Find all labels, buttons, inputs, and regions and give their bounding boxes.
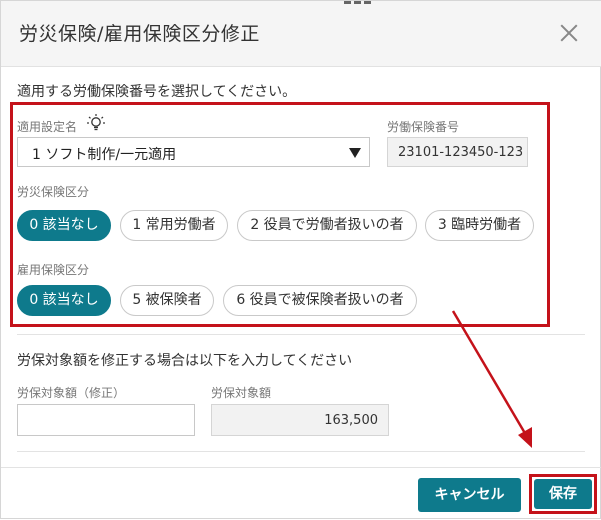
workers-comp-option-1[interactable]: 1 常用労働者 xyxy=(120,210,228,241)
section-divider xyxy=(17,334,585,335)
labor-insurance-number-value: 23101-123450-123 xyxy=(398,145,524,160)
bottom-divider xyxy=(17,451,585,452)
amount-edit-label: 労保対象額（修正） xyxy=(17,386,126,400)
top-decoration xyxy=(344,1,374,4)
amount-label: 労保対象額 xyxy=(211,386,272,400)
annotation-arrow-head xyxy=(518,427,532,448)
setting-selected-value: 1 ソフト制作/一元適用 xyxy=(32,147,177,163)
dialog-title: 労災保険/雇用保険区分修正 xyxy=(19,23,260,45)
setting-name-label: 適用設定名 xyxy=(17,120,78,134)
dialog-header: 労災保険/雇用保険区分修正 xyxy=(1,1,601,67)
workers-comp-option-3[interactable]: 3 臨時労働者 xyxy=(425,210,534,241)
workers-comp-option-0[interactable]: 0 該当なし xyxy=(17,210,111,241)
labor-insurance-number-label: 労働保険番号 xyxy=(387,120,460,134)
labor-insurance-number-field: 23101-123450-123 xyxy=(387,137,528,167)
employment-insurance-label: 雇用保険区分 xyxy=(17,263,90,277)
edit-note-text: 労保対象額を修正する場合は以下を入力してください xyxy=(17,353,353,369)
save-button[interactable]: 保存 xyxy=(534,479,592,509)
amount-field: 163,500 xyxy=(211,404,389,436)
setting-select[interactable]: 1 ソフト制作/一元適用 xyxy=(17,137,370,167)
dropdown-arrow-icon[interactable] xyxy=(349,148,361,158)
cancel-button[interactable]: キャンセル xyxy=(418,478,521,512)
footer-divider xyxy=(1,467,601,468)
instruction-text: 適用する労働保険番号を選択してください。 xyxy=(17,84,297,100)
annotation-arrow-line xyxy=(451,310,528,436)
insurance-category-dialog: 労災保険/雇用保険区分修正 適用する労働保険番号を選択してください。 適用設定名… xyxy=(0,0,601,519)
workers-comp-label: 労災保険区分 xyxy=(17,185,90,199)
employment-option-6[interactable]: 6 役員で被保険者扱いの者 xyxy=(223,285,417,316)
amount-edit-input[interactable] xyxy=(17,404,195,436)
employment-option-5[interactable]: 5 被保険者 xyxy=(120,285,214,316)
employment-option-0[interactable]: 0 該当なし xyxy=(17,285,111,316)
amount-value: 163,500 xyxy=(324,413,378,428)
lightbulb-icon[interactable] xyxy=(86,113,106,133)
workers-comp-option-2[interactable]: 2 役員で労働者扱いの者 xyxy=(237,210,417,241)
close-icon[interactable] xyxy=(557,21,581,45)
